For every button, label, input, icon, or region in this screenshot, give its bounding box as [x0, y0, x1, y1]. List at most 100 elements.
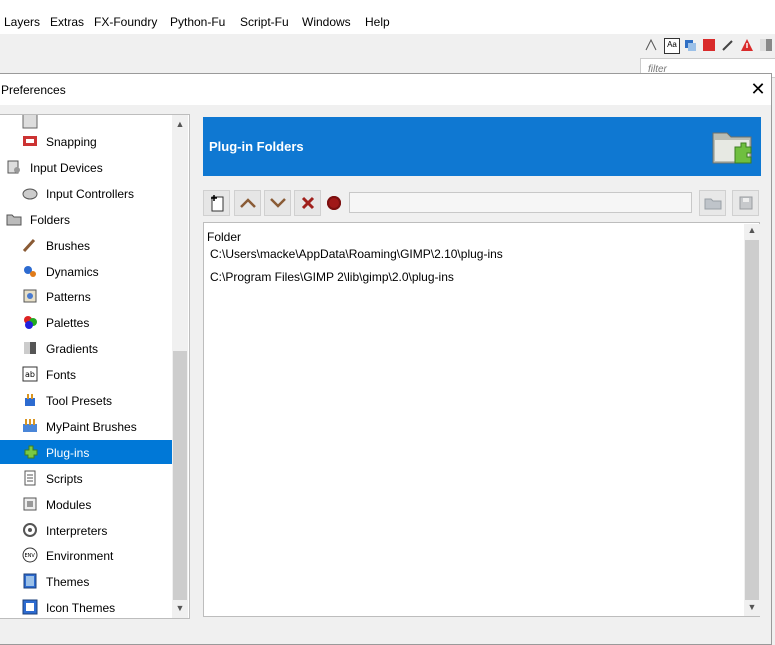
page-header: Plug-in Folders	[203, 117, 761, 176]
move-up-icon	[239, 198, 256, 208]
sidebar-item-icon-themes[interactable]: Icon Themes	[0, 595, 172, 618]
folder-column-header[interactable]: Folder	[207, 230, 241, 244]
sidebar-item-label: Modules	[46, 497, 92, 512]
tool-options-icon[interactable]	[644, 38, 658, 52]
sidebar-item-plug-ins[interactable]: Plug-ins	[0, 439, 172, 464]
color-dock-icon[interactable]	[702, 38, 716, 52]
menu-help[interactable]: Help	[365, 15, 390, 29]
scripts-icon	[24, 470, 36, 486]
page-title: Plug-in Folders	[209, 139, 304, 154]
sidebar-item-label: Environment	[46, 549, 114, 564]
plug-ins-icon	[24, 445, 38, 459]
gradients-icon	[24, 342, 36, 355]
icon-themes-icon	[22, 599, 38, 615]
interpreters-icon	[23, 522, 37, 537]
sidebar-item-label: Input Devices	[30, 160, 103, 175]
sidebar-item-label: Snapping	[46, 135, 97, 149]
menu-python-fu[interactable]: Python-Fu	[170, 15, 225, 29]
palettes-icon	[24, 316, 37, 330]
sidebar-item-fonts[interactable]: ab Fonts	[0, 362, 172, 386]
layers-dock-icon[interactable]	[683, 38, 697, 52]
brushes-icon	[22, 238, 36, 252]
sidebar-item-themes[interactable]: Themes	[0, 569, 172, 593]
sidebar-item-tool-presets[interactable]: Tool Presets	[0, 388, 172, 412]
sidebar-item-mypaint-brushes[interactable]: MyPaint Brushes	[0, 414, 172, 438]
folder-list-scrollbar[interactable]: ▲ ▼	[744, 224, 760, 616]
sidebar-item-label: Scripts	[46, 471, 83, 486]
move-up-button[interactable]	[234, 190, 261, 216]
sidebar-item-patterns[interactable]: Patterns	[0, 284, 172, 308]
folders-icon	[6, 214, 22, 226]
list-item[interactable]: C:\Program Files\GIMP 2\lib\gimp\2.0\plu…	[210, 270, 454, 284]
save-path-button[interactable]	[732, 190, 759, 216]
snapping-icon	[23, 136, 37, 146]
menu-extras[interactable]: Extras	[50, 15, 84, 29]
folder-path-input[interactable]	[349, 192, 692, 213]
new-folder-icon	[210, 195, 223, 212]
sidebar-item-gradients[interactable]: Gradients	[0, 336, 172, 360]
text-tool-icon[interactable]: Aa	[664, 38, 680, 54]
sidebar-item-label: Dynamics	[46, 264, 99, 279]
sidebar-item-label: Tool Presets	[46, 394, 113, 408]
sidebar-item-modules[interactable]: Modules	[0, 492, 172, 516]
delete-folder-button[interactable]	[294, 190, 321, 216]
sidebar-item-palettes[interactable]: Palettes	[0, 310, 172, 334]
input-controllers-icon	[22, 188, 38, 200]
sidebar-item-scripts[interactable]: Scripts	[0, 466, 172, 490]
gradient-dock-icon[interactable]	[759, 38, 773, 52]
plugin-folder-icon	[712, 132, 752, 164]
menu-script-fu[interactable]: Script-Fu	[240, 15, 289, 29]
add-folder-button[interactable]	[203, 190, 230, 216]
dynamics-icon	[24, 265, 36, 277]
sidebar-item-dynamics[interactable]: Dynamics	[0, 259, 172, 283]
sidebar-item-label: Gradients	[46, 342, 99, 357]
sidebar-item-brushes[interactable]: Brushes	[0, 233, 172, 257]
close-icon[interactable]: ✕	[748, 79, 768, 99]
sidebar-item-label: Icon Themes	[46, 601, 116, 616]
sidebar-item-label: Patterns	[46, 290, 91, 305]
sidebar-item-environment[interactable]: ENV Environment	[0, 543, 172, 567]
save-icon	[739, 196, 752, 210]
sidebar-item-label: Plug-ins	[46, 445, 90, 460]
sidebar-item-folders[interactable]: Folders	[0, 207, 172, 231]
sidebar-item-interpreters[interactable]: Interpreters	[0, 518, 172, 542]
sidebar-item-input-devices[interactable]: Input Devices	[0, 155, 172, 179]
scroll-down-icon[interactable]: ▼	[172, 603, 188, 617]
move-down-icon	[269, 198, 286, 208]
plugin-folder-list: Folder C:\Users\macke\AppData\Roaming\GI…	[203, 222, 760, 617]
sidebar-item-label: MyPaint Brushes	[46, 419, 137, 434]
modules-icon	[23, 497, 37, 511]
preferences-dialog: Preferences ✕ Snapping Input Devices Input…	[0, 73, 772, 645]
svg-text:ab: ab	[25, 370, 35, 379]
mypaint-brushes-icon	[23, 418, 37, 432]
scroll-up-icon[interactable]: ▲	[744, 225, 760, 239]
sidebar-item-label: Fonts	[46, 368, 77, 383]
writable-toggle-icon[interactable]	[327, 196, 341, 210]
sidebar-item-input-controllers[interactable]: Input Controllers	[0, 181, 172, 205]
dock-tool-icons: Aa	[640, 36, 775, 58]
open-folder-icon	[704, 198, 721, 210]
move-down-button[interactable]	[264, 190, 291, 216]
preferences-category-tree: Snapping Input Devices Input Controllers Fo…	[0, 114, 190, 619]
sidebar-item-label: Palettes	[46, 316, 90, 331]
menu-windows[interactable]: Windows	[302, 15, 351, 29]
environment-icon: ENV	[22, 547, 38, 563]
sidebar-item-label: Brushes	[46, 238, 91, 253]
menu-fx-foundry[interactable]: FX-Foundry	[94, 15, 157, 29]
dialog-titlebar: Preferences ✕	[0, 74, 771, 105]
warning-icon[interactable]	[740, 38, 754, 52]
menu-layers[interactable]: Layers	[4, 15, 40, 29]
folder-list-scroll-thumb[interactable]	[745, 240, 759, 600]
scroll-down-icon[interactable]: ▼	[744, 602, 760, 616]
tree-item-partial[interactable]	[0, 115, 172, 129]
sidebar-scrollbar[interactable]: ▲ ▼	[172, 115, 188, 618]
sidebar-item-label: Themes	[46, 575, 90, 590]
scroll-up-icon[interactable]: ▲	[172, 119, 188, 133]
sidebar-item-snapping[interactable]: Snapping	[0, 129, 172, 153]
sidebar-scroll-thumb[interactable]	[173, 351, 187, 600]
brush-dock-icon[interactable]	[721, 38, 735, 52]
input-devices-icon	[7, 160, 20, 174]
fonts-icon: ab	[22, 366, 38, 382]
list-item[interactable]: C:\Users\macke\AppData\Roaming\GIMP\2.10…	[210, 247, 503, 261]
browse-folder-button[interactable]	[699, 190, 726, 216]
